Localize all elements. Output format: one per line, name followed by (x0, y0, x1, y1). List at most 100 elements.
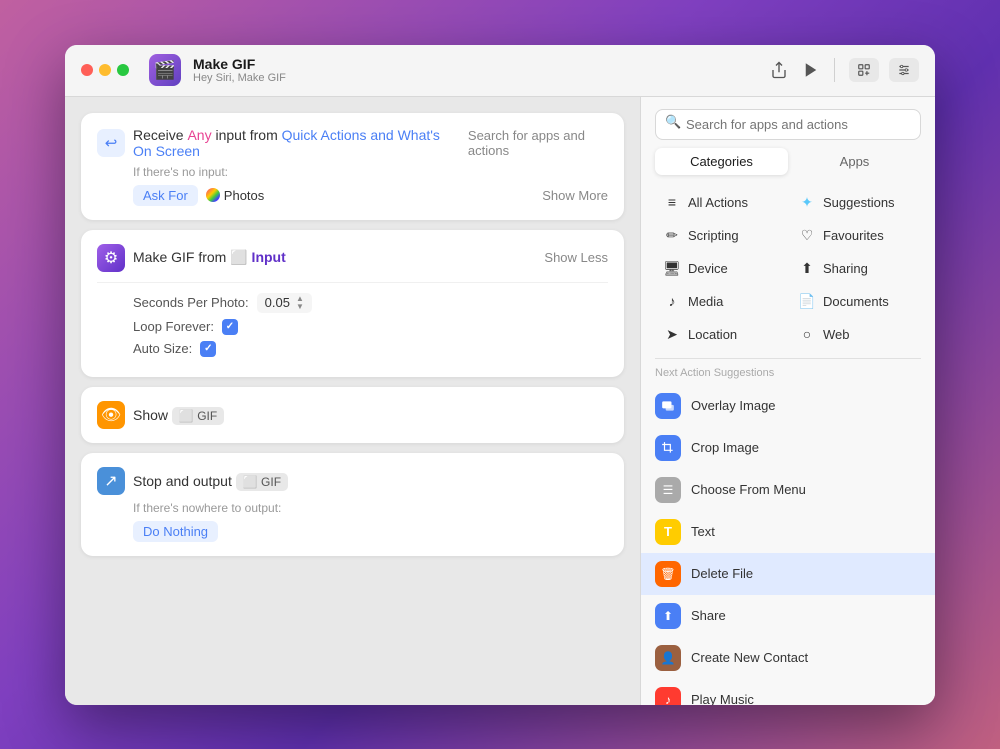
action-list: Overlay Image Crop Image ☰ Choose From M… (641, 385, 935, 705)
photos-icon (206, 188, 220, 202)
main-window: 🎬 Make GIF Hey Siri, Make GIF (65, 45, 935, 705)
autosize-field: Auto Size: (133, 341, 608, 357)
titlebar-title: Make GIF (193, 56, 286, 72)
category-label: Suggestions (823, 195, 895, 210)
show-less-button[interactable]: Show Less (544, 250, 608, 265)
stop-output-icon: ↗ (97, 467, 125, 495)
app-icon: 🎬 (149, 54, 181, 86)
ask-for-button[interactable]: Ask For (133, 185, 198, 206)
action-delete-file[interactable]: 🗑 Delete File (641, 553, 935, 595)
media-icon: ♪ (663, 293, 681, 309)
autosize-label: Auto Size: (133, 341, 192, 356)
show-more-button[interactable]: Search for apps and actions (468, 128, 608, 158)
crop-image-icon (655, 435, 681, 461)
category-label: Documents (823, 294, 889, 309)
receive-subtitle: If there's no input: (133, 165, 608, 179)
ask-for-row: Ask For Photos Show More (133, 185, 608, 206)
show-card: 👁 Show ⬜ GIF (81, 387, 624, 443)
make-gif-card: ⚙ Make GIF from ⬜ Input Show Less Second… (81, 230, 624, 377)
search-bar: 🔍 (641, 97, 935, 148)
action-label: Text (691, 524, 715, 539)
show-more-photos-button[interactable]: Show More (542, 188, 608, 203)
make-gif-fields: Seconds Per Photo: 0.05 ▲ ▼ Loop Forever… (133, 293, 608, 357)
action-share[interactable]: ⬆ Share (641, 595, 935, 637)
stepper-down[interactable]: ▼ (296, 303, 304, 311)
tab-bar: Categories Apps (641, 148, 935, 183)
seconds-label: Seconds Per Photo: (133, 295, 249, 310)
receive-card-header: ↩ Receive Any input from Quick Actions a… (97, 127, 608, 159)
action-crop-image[interactable]: Crop Image (641, 427, 935, 469)
action-create-contact[interactable]: 👤 Create New Contact (641, 637, 935, 679)
action-label: Choose From Menu (691, 482, 806, 497)
titlebar: 🎬 Make GIF Hey Siri, Make GIF (65, 45, 935, 97)
tab-apps[interactable]: Apps (788, 148, 921, 175)
category-documents[interactable]: 📄 Documents (790, 286, 921, 317)
category-web[interactable]: ○ Web (790, 319, 921, 350)
receive-card: ↩ Receive Any input from Quick Actions a… (81, 113, 624, 220)
action-text[interactable]: T Text (641, 511, 935, 553)
category-favourites[interactable]: ♡ Favourites (790, 220, 921, 251)
do-nothing-row: Do Nothing (133, 521, 608, 542)
category-label: All Actions (688, 195, 748, 210)
category-scripting[interactable]: ✏ Scripting (655, 220, 786, 251)
make-gif-title: Make GIF from ⬜ Input (133, 249, 286, 266)
main-content: ↩ Receive Any input from Quick Actions a… (65, 97, 935, 705)
category-label: Scripting (688, 228, 739, 243)
search-input[interactable] (655, 109, 921, 140)
text-icon: T (655, 519, 681, 545)
stop-output-title: Stop and output ⬜ GIF (133, 473, 288, 489)
action-label: Play Music (691, 692, 754, 705)
category-label: Location (688, 327, 737, 342)
category-location[interactable]: ➤ Location (655, 319, 786, 350)
category-media[interactable]: ♪ Media (655, 286, 786, 317)
documents-icon: 📄 (798, 293, 816, 310)
sharing-icon: ⬆ (798, 260, 816, 277)
tab-categories[interactable]: Categories (655, 148, 788, 175)
scripting-icon: ✏ (663, 227, 681, 244)
action-label: Delete File (691, 566, 753, 581)
settings-button[interactable] (889, 58, 919, 82)
share-button[interactable] (770, 61, 788, 79)
action-play-music[interactable]: ♪ Play Music (641, 679, 935, 705)
titlebar-right-buttons (834, 58, 919, 82)
loop-field: Loop Forever: (133, 319, 608, 335)
close-button[interactable] (81, 64, 93, 76)
category-all-actions[interactable]: ≡ All Actions (655, 187, 786, 218)
seconds-value[interactable]: 0.05 ▲ ▼ (257, 293, 312, 313)
right-panel: 🔍 Categories Apps ≡ All Actions ✦ Sugges… (640, 97, 935, 705)
section-divider (655, 358, 921, 359)
action-choose-from-menu[interactable]: ☰ Choose From Menu (641, 469, 935, 511)
overlay-image-icon (655, 393, 681, 419)
favourites-icon: ♡ (798, 227, 816, 244)
do-nothing-button[interactable]: Do Nothing (133, 521, 218, 542)
play-button[interactable] (802, 61, 820, 79)
category-device[interactable]: 🖥 Device (655, 253, 786, 284)
loop-checkbox[interactable] (222, 319, 238, 335)
show-icon: 👁 (97, 401, 125, 429)
traffic-lights (81, 64, 129, 76)
category-label: Sharing (823, 261, 868, 276)
all-actions-icon: ≡ (663, 194, 681, 210)
category-label: Favourites (823, 228, 884, 243)
category-label: Web (823, 327, 850, 342)
action-overlay-image[interactable]: Overlay Image (641, 385, 935, 427)
seconds-stepper[interactable]: ▲ ▼ (296, 295, 304, 311)
create-contact-icon: 👤 (655, 645, 681, 671)
category-label: Media (688, 294, 723, 309)
category-sharing[interactable]: ⬆ Sharing (790, 253, 921, 284)
next-actions-label: Next Action Suggestions (641, 367, 935, 385)
category-suggestions[interactable]: ✦ Suggestions (790, 187, 921, 218)
add-action-button[interactable] (849, 58, 879, 82)
action-label: Overlay Image (691, 398, 776, 413)
show-card-header: 👁 Show ⬜ GIF (97, 401, 608, 429)
minimize-button[interactable] (99, 64, 111, 76)
autosize-checkbox[interactable] (200, 341, 216, 357)
seconds-field: Seconds Per Photo: 0.05 ▲ ▼ (133, 293, 608, 313)
device-icon: 🖥 (663, 260, 681, 277)
titlebar-subtitle: Hey Siri, Make GIF (193, 72, 286, 84)
play-music-icon: ♪ (655, 687, 681, 705)
maximize-button[interactable] (117, 64, 129, 76)
stop-output-subtitle: If there's nowhere to output: (133, 501, 608, 515)
share-action-icon: ⬆ (655, 603, 681, 629)
search-icon: 🔍 (665, 114, 681, 130)
